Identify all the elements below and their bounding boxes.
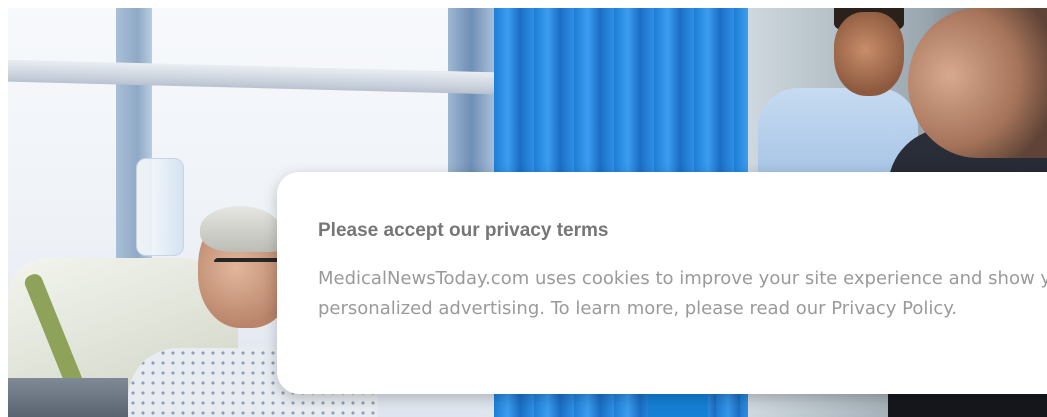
glasses bbox=[214, 258, 284, 272]
dialog-title: Please accept our privacy terms bbox=[318, 220, 609, 241]
patient-hair bbox=[200, 206, 280, 252]
dialog-body-trailing: . bbox=[951, 298, 958, 319]
page: Please accept our privacy terms MedicalN… bbox=[0, 0, 1047, 417]
doctor-face bbox=[834, 12, 904, 96]
iv-bag bbox=[136, 158, 184, 256]
dialog-body: MedicalNewsToday.com uses cookies to imp… bbox=[318, 264, 1047, 324]
bed-rail bbox=[8, 378, 128, 417]
privacy-policy-link[interactable]: Privacy Policy bbox=[831, 298, 951, 319]
cookie-consent-dialog: Please accept our privacy terms MedicalN… bbox=[277, 172, 1047, 394]
man-head bbox=[908, 8, 1047, 158]
